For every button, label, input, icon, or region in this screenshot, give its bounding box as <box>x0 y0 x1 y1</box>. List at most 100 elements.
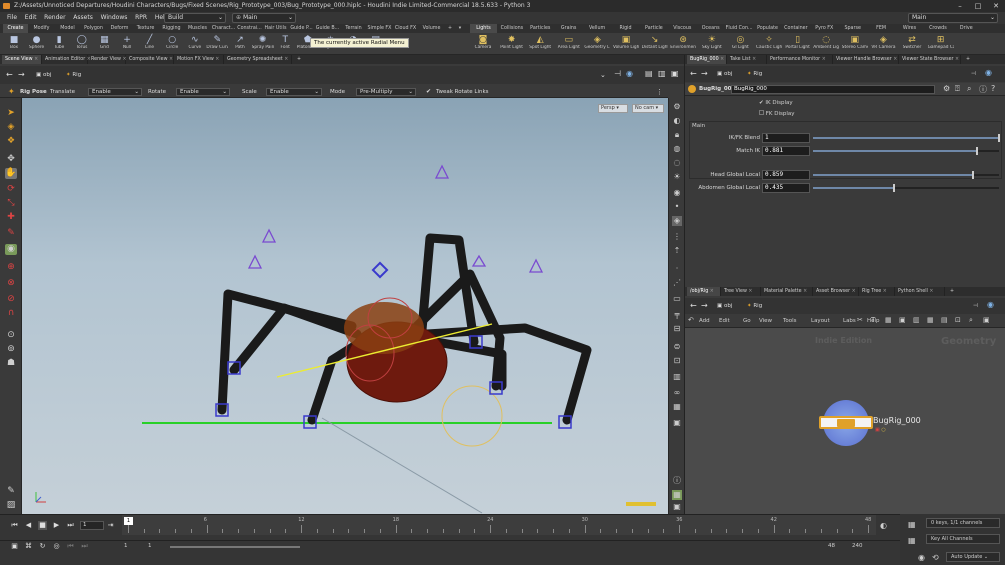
param-slider[interactable] <box>813 147 999 155</box>
shelf-tool-environment-light[interactable]: ⊛Environment Light <box>670 34 696 54</box>
shelf-tool-grid[interactable]: ▦ Grid <box>93 34 115 54</box>
shelf-tool-null[interactable]: + Null <box>116 34 138 54</box>
scene-canvas[interactable] <box>22 98 668 514</box>
maximize-pane-icon[interactable]: ▣ <box>671 70 679 78</box>
search-icon[interactable]: ⌕ <box>967 84 971 94</box>
shelf-tool-curve[interactable]: ∿ Curve <box>184 34 206 54</box>
link-icon[interactable]: ◉ <box>987 301 994 309</box>
param-path-root[interactable]: ▣ obj <box>717 70 732 78</box>
slider-knob[interactable] <box>998 134 1000 142</box>
network-menu-add[interactable]: Add <box>699 315 710 328</box>
handle-tool-icon[interactable]: ✚ <box>5 212 17 223</box>
lasso-tool-icon[interactable]: ❖ <box>5 136 17 147</box>
shelf-tab-fem[interactable]: FEM <box>868 24 895 33</box>
shelf-tab-texture[interactable]: Texture <box>133 24 158 33</box>
points-icon[interactable]: • <box>672 202 682 212</box>
operation-options-icon[interactable]: ⋮ <box>656 86 663 98</box>
menu-file[interactable]: File <box>4 12 20 24</box>
scale-tool-icon[interactable]: ⤡ <box>5 198 17 209</box>
shelf-tab-crowds[interactable]: Crowds <box>924 24 951 33</box>
background-icon[interactable]: ▭ <box>672 294 682 304</box>
bones-icon[interactable]: ⊡ <box>672 356 682 366</box>
cameras-icon[interactable]: ⊜ <box>672 342 682 352</box>
pin-icon[interactable]: ⊣ <box>614 70 621 78</box>
close-icon[interactable]: × <box>850 289 856 294</box>
close-icon[interactable]: × <box>954 57 959 62</box>
step-back-icon[interactable]: ◀ <box>24 521 33 530</box>
selection-icon[interactable]: ▥ <box>672 372 682 382</box>
viewer-tab-scene-view[interactable]: Scene View × <box>2 55 42 64</box>
shelf-tab-terrain[interactable]: Terrain <box>341 24 366 33</box>
shelf-tool-ambient-light[interactable]: ◌Ambient Light <box>813 34 839 54</box>
close-icon[interactable]: × <box>892 57 897 62</box>
network-menu-layout[interactable]: Layout <box>811 315 830 328</box>
param-path-node[interactable]: ✦ Rig <box>747 70 762 78</box>
shelf-tool-tube[interactable]: ▮ Tube <box>48 34 70 54</box>
scope-icon[interactable]: ⌘ <box>24 542 33 551</box>
network-tool-6-icon[interactable]: ▤ <box>941 316 948 324</box>
translate-select[interactable]: Enable ⌄ <box>88 88 142 96</box>
help-question-icon[interactable]: ? <box>991 84 995 93</box>
tweak-checkbox[interactable]: ✔ <box>426 86 431 98</box>
close-icon[interactable]: × <box>751 57 756 62</box>
param-tab-performance-monitor[interactable]: Performance Monitor × <box>767 55 833 64</box>
paint-tool-icon[interactable]: ✎ <box>5 486 17 497</box>
select-group-tool-icon[interactable]: ◈ <box>5 122 17 133</box>
shelf-tool-point-light[interactable]: ✸ Point Light <box>499 34 525 54</box>
key-all-icon[interactable]: ▦ <box>908 536 916 545</box>
close-icon[interactable]: × <box>747 289 752 294</box>
shelf-tab-particle-fl[interactable]: Particle Fl... <box>640 24 667 40</box>
shelf-tab-hair-utils[interactable]: Hair Utils <box>263 24 288 33</box>
shelf-tool-path[interactable]: ↗ Path <box>229 34 251 54</box>
mode-select[interactable]: Pre-Multiply ⌄ <box>356 88 416 96</box>
snapshot-icon[interactable]: ◉ <box>918 553 925 562</box>
grid-icon[interactable]: ⊟ <box>672 324 682 334</box>
select-tool-icon[interactable]: ➤ <box>5 108 17 119</box>
shelf-tool-torus[interactable]: ◯ Torus <box>71 34 93 54</box>
back-arrow-icon[interactable]: ← <box>690 302 697 310</box>
jump-end-icon[interactable]: ⏭ <box>66 521 75 530</box>
normals-icon[interactable]: ⇡ <box>672 246 682 256</box>
shelf-tab-guide-p[interactable]: Guide P... <box>289 24 314 33</box>
shelf-tool-spray-paint[interactable]: ✺ Spray Paint <box>252 34 274 54</box>
wireframe-icon[interactable]: ◌ <box>672 158 682 168</box>
shelf-tab-simple-fx[interactable]: Simple FX <box>367 24 392 33</box>
close-icon[interactable]: × <box>708 289 714 294</box>
rotate-tool-icon[interactable]: ⟳ <box>5 184 17 195</box>
move-tool-icon[interactable]: ✥ <box>5 154 17 165</box>
shelf-tab-viscous-fl[interactable]: Viscous Fl... <box>669 24 696 40</box>
shelf-tab-populate-c[interactable]: Populate C... <box>754 24 781 40</box>
shelf-tab-grains[interactable]: Grains <box>555 24 582 33</box>
shelf-tool-font[interactable]: T Font <box>274 34 296 54</box>
viewer-tab-render-view[interactable]: Render View × <box>88 55 127 64</box>
path-root[interactable]: ▣ obj <box>36 71 51 79</box>
network-tool-9-icon[interactable]: ▣ <box>983 316 990 324</box>
network-tab-python-shell[interactable]: Python Shell × <box>895 287 945 296</box>
viewer-tab-composite-view[interactable]: Composite View × <box>126 55 174 64</box>
keys-status[interactable]: 0 keys, 1/1 channels <box>926 518 1000 528</box>
network-menu-edit[interactable]: Edit <box>719 315 730 328</box>
shelf-tab-guide-b[interactable]: Guide B... <box>315 24 340 33</box>
forward-arrow-icon[interactable]: → <box>18 71 25 79</box>
stop-icon[interactable]: ■ <box>38 521 47 530</box>
network-tab-material-palette[interactable]: Material Palette × <box>761 287 813 296</box>
jump-start-icon[interactable]: ⏮ <box>10 521 19 530</box>
close-icon[interactable]: × <box>168 57 173 62</box>
shelf-tool-vr-camera[interactable]: ◈ VR Camera <box>870 34 896 54</box>
lighting-icon[interactable]: ☀ <box>672 172 682 182</box>
visibility-icon[interactable]: ◉ <box>672 188 682 198</box>
auto-update-select[interactable]: Auto Update ⌄ <box>946 552 1000 562</box>
shelf-add-icon[interactable]: + <box>446 24 454 33</box>
gear-icon[interactable]: ⚙ <box>943 84 950 93</box>
network-tool-7-icon[interactable]: ⊡ <box>955 316 961 324</box>
desktop-main-select[interactable]: ⊕ Main ⌄ <box>232 13 296 23</box>
close-button[interactable]: ✕ <box>987 0 1005 12</box>
close-icon[interactable]: × <box>719 57 724 62</box>
range-start2-value[interactable]: 1 <box>148 542 152 551</box>
primitive-numbers-icon[interactable]: ⋮ <box>672 232 682 242</box>
network-menu-go[interactable]: Go <box>743 315 751 328</box>
path-node[interactable]: ✦ Rig <box>66 71 81 79</box>
key-all-channels-button[interactable]: Key All Channels <box>926 534 1000 544</box>
realtime-icon[interactable]: ▣ <box>10 542 19 551</box>
shelf-tab-create[interactable]: Create <box>3 24 28 33</box>
